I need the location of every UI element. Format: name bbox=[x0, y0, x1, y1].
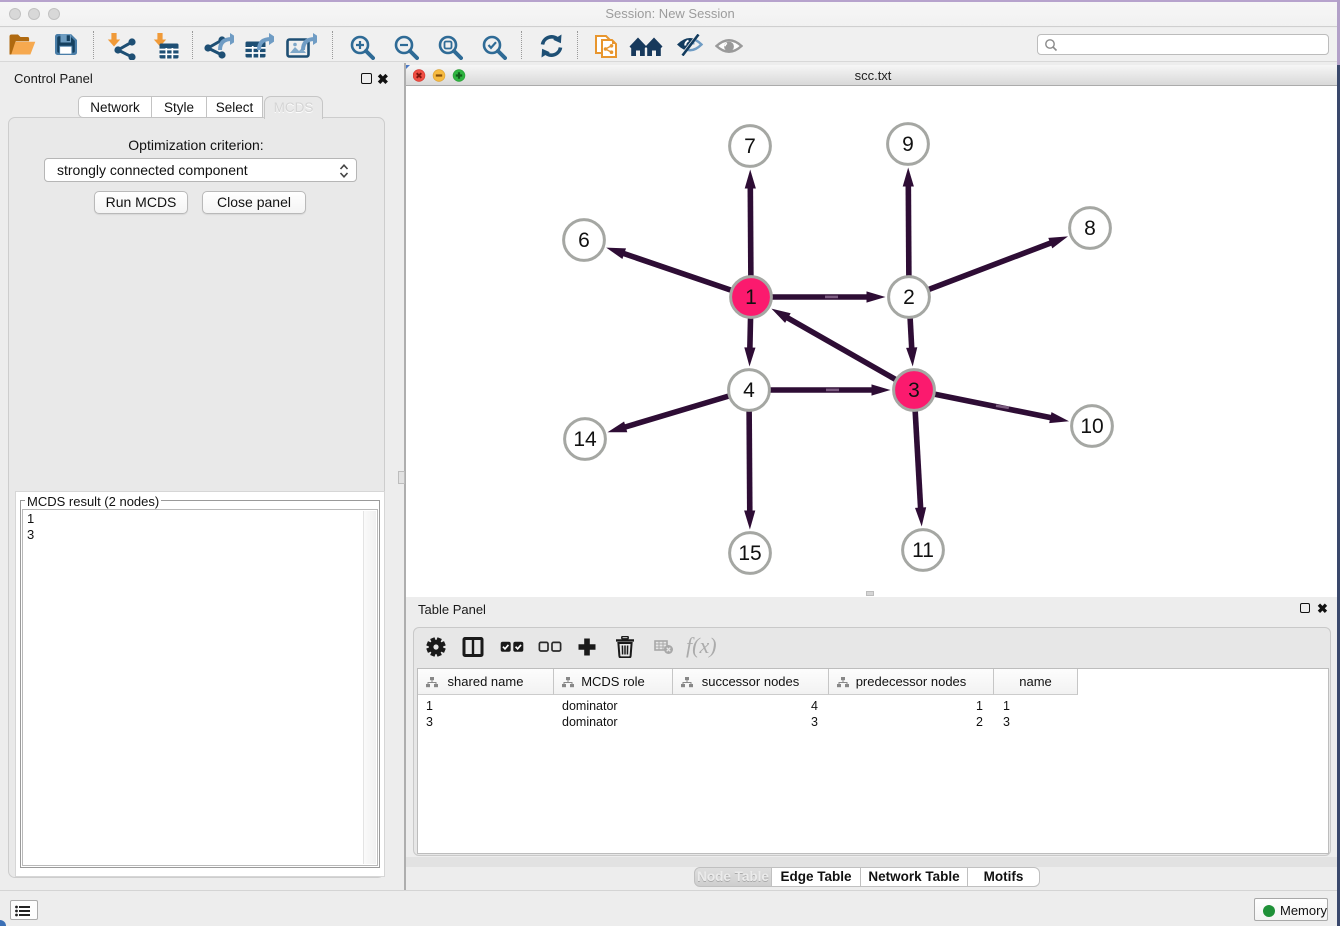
svg-text:7: 7 bbox=[744, 135, 756, 158]
svg-text:6: 6 bbox=[578, 229, 590, 252]
svg-text:2: 2 bbox=[903, 286, 915, 309]
svg-text:8: 8 bbox=[1084, 217, 1096, 240]
svg-text:9: 9 bbox=[902, 133, 914, 156]
svg-text:1: 1 bbox=[745, 286, 757, 309]
svg-text:4: 4 bbox=[743, 379, 755, 402]
svg-text:10: 10 bbox=[1080, 415, 1103, 438]
svg-text:3: 3 bbox=[908, 379, 920, 402]
svg-text:14: 14 bbox=[573, 428, 597, 451]
svg-text:11: 11 bbox=[912, 539, 934, 562]
svg-text:15: 15 bbox=[738, 542, 761, 565]
